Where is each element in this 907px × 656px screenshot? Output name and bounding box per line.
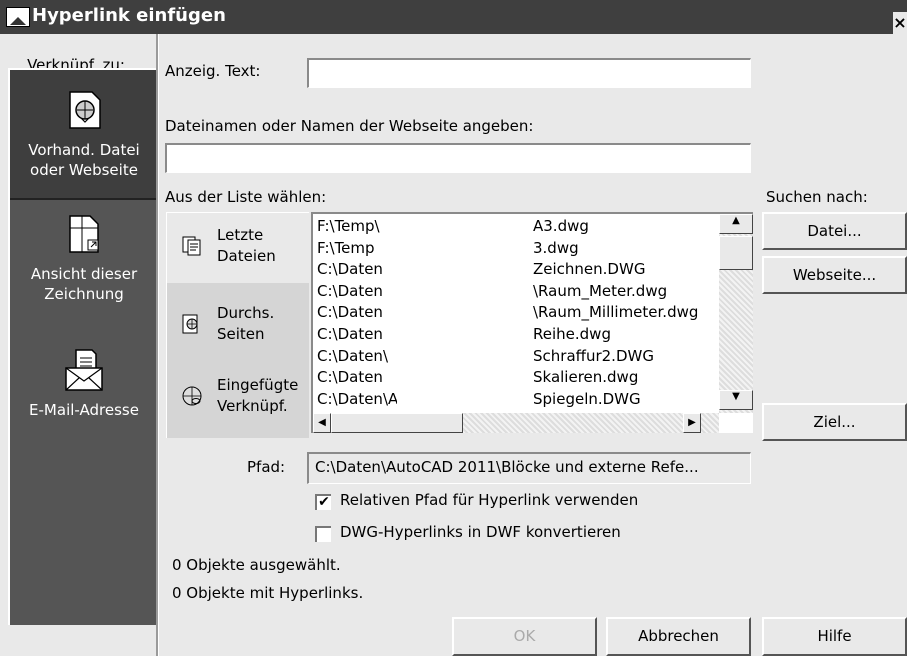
tab-inserted-links-label: Eingefügte Verknüpf. — [217, 376, 299, 415]
linked-objects-status: 0 Objekte mit Hyperlinks. — [172, 584, 364, 602]
link-email-label: E-Mail-Adresse — [29, 401, 139, 419]
close-button[interactable]: × — [893, 12, 907, 34]
file-name: Reihe.dwg — [533, 325, 611, 343]
convert-dwg-checkbox[interactable] — [315, 526, 331, 542]
file-name: Zeichnen.DWG — [533, 260, 646, 279]
tab-inserted-links[interactable]: Eingefügte Verknüpf. — [167, 363, 309, 433]
file-path-start: F:\Temp — [317, 238, 375, 257]
file-path-start: C:\Daten\ — [317, 346, 388, 365]
help-button[interactable]: Hilfe — [762, 617, 907, 656]
file-list-item[interactable]: F:\Temp 3.dwg — [317, 238, 579, 258]
file-name: 3.dwg — [533, 238, 579, 257]
file-name: \Raum_Meter.dwg — [533, 281, 668, 300]
tab-recent-files[interactable]: Letzte Dateien — [167, 213, 309, 283]
file-path-start: F:\Temp\ — [317, 217, 380, 235]
link-email-option[interactable]: E-Mail-Adresse — [10, 348, 158, 420]
link-existing-file-option[interactable]: Vorhand. Datei oder Webseite — [10, 70, 158, 200]
cancel-button[interactable]: Abbrechen — [606, 617, 751, 656]
target-button[interactable]: Ziel... — [762, 403, 907, 441]
scroll-right-button[interactable]: ▶ — [683, 413, 701, 433]
choose-list-label: Aus der Liste wählen: — [165, 188, 327, 206]
drawing-view-icon — [69, 215, 99, 253]
vertical-scrollbar[interactable]: ▲ ▼ — [719, 214, 753, 413]
file-list-item[interactable]: C:\Daten Reihe.dwg — [317, 324, 611, 344]
dialog-title: Hyperlink einfügen — [32, 5, 226, 26]
list-source-tabs: Letzte Dateien Durchs. Seiten Eingefügte… — [166, 212, 309, 438]
link-drawing-view-label: Ansicht dieser Zeichnung — [30, 265, 138, 303]
file-name: Schraffur2.DWG — [533, 346, 654, 365]
file-name: \Raum_Millimeter.dwg — [533, 303, 699, 322]
scroll-up-button[interactable]: ▲ — [719, 214, 753, 234]
recent-files-list[interactable]: F:\Temp\ A3.dwg F:\Temp 3.dwg C:\Daten Zeichn… — [311, 212, 753, 433]
file-path-start: C:\Daten — [317, 368, 383, 387]
file-list-item[interactable]: F:\Temp\ A3.dwg — [317, 216, 589, 236]
file-path-start: C:\Daten — [317, 260, 383, 279]
filename-input[interactable] — [165, 143, 751, 173]
convert-dwg-label: DWG-Hyperlinks in DWF konvertieren — [340, 523, 621, 541]
redacted-area — [397, 214, 533, 410]
path-field: C:\Daten\AutoCAD 2011\Blöcke und externe… — [307, 452, 751, 484]
inserted-links-icon — [182, 386, 202, 406]
hyperlink-dialog: Hyperlink einfügen × Verknüpf. zu: Vorha… — [0, 0, 907, 656]
ok-button[interactable]: OK — [452, 617, 597, 656]
path-value: C:\Daten\AutoCAD 2011\Blöcke und externe… — [315, 458, 699, 476]
email-icon — [65, 349, 103, 391]
display-text-label: Anzeig. Text: — [165, 62, 261, 80]
file-path-start: C:\Daten — [317, 281, 383, 300]
tab-browsed-pages[interactable]: Durchs. Seiten — [167, 291, 309, 361]
horizontal-scrollbar[interactable]: ◀ ▶ — [313, 413, 719, 433]
recent-files-icon — [182, 236, 201, 256]
file-name: Spiegeln.DWG — [533, 389, 641, 408]
vertical-scroll-thumb[interactable] — [719, 236, 753, 270]
file-name: Skalieren.dwg — [533, 368, 639, 387]
link-drawing-view-option[interactable]: Ansicht dieser Zeichnung — [10, 212, 158, 304]
file-list-item[interactable]: C:\Daten \Raum_Millimeter.dwg — [317, 302, 698, 322]
filename-label: Dateinamen oder Namen der Webseite angeb… — [165, 117, 534, 135]
column-divider — [156, 34, 159, 656]
horizontal-scroll-thumb[interactable] — [331, 413, 463, 433]
file-list-item[interactable]: C:\Daten \Raum_Meter.dwg — [317, 281, 667, 301]
scroll-left-button[interactable]: ◀ — [313, 413, 331, 433]
relative-path-checkbox[interactable]: ✔ — [315, 494, 331, 510]
selected-objects-status: 0 Objekte ausgewählt. — [172, 556, 341, 574]
file-path-start: C:\Daten — [317, 303, 383, 322]
browse-web-button[interactable]: Webseite... — [762, 256, 907, 294]
tab-recent-files-label: Letzte Dateien — [217, 226, 276, 265]
file-list-item[interactable]: C:\Daten Zeichnen.DWG — [317, 259, 645, 279]
browsed-pages-icon — [182, 314, 198, 334]
display-text-input[interactable] — [307, 58, 751, 88]
scroll-down-button[interactable]: ▼ — [719, 390, 753, 410]
file-name: A3.dwg — [533, 217, 589, 235]
browse-file-button[interactable]: Datei... — [762, 212, 907, 250]
browse-for-label: Suchen nach: — [766, 188, 868, 206]
file-list-item[interactable]: C:\Daten\ Schraffur2.DWG — [317, 346, 654, 366]
existing-file-web-icon — [69, 91, 101, 129]
title-bar: Hyperlink einfügen × — [0, 0, 907, 34]
file-list-item[interactable]: C:\Daten Skalieren.dwg — [317, 367, 638, 387]
relative-path-label: Relativen Pfad für Hyperlink verwenden — [340, 491, 639, 509]
app-icon — [6, 7, 30, 27]
link-to-panel: Vorhand. Datei oder Webseite Ansicht die… — [8, 68, 158, 625]
file-path-start: C:\Daten — [317, 325, 383, 343]
link-existing-file-label: Vorhand. Datei oder Webseite — [28, 141, 140, 179]
tab-browsed-pages-label: Durchs. Seiten — [217, 304, 275, 343]
path-label: Pfad: — [247, 458, 286, 476]
